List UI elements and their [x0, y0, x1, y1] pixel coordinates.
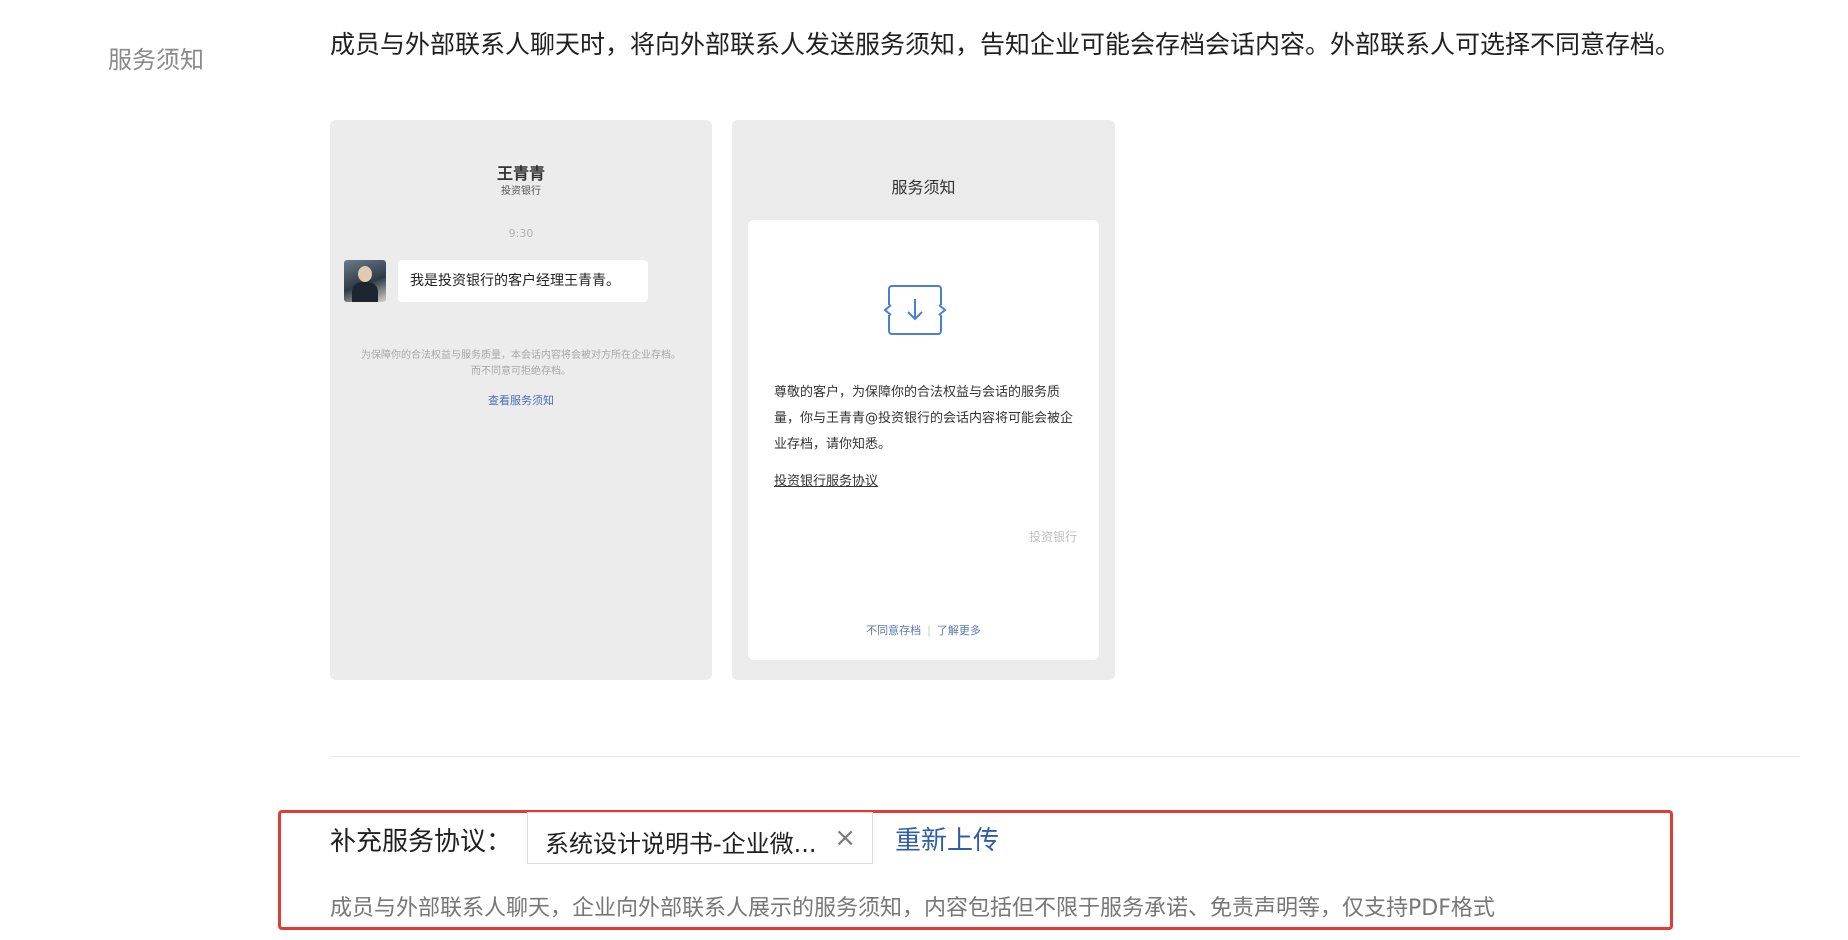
section-divider [330, 756, 1800, 757]
notice-brand: 投资银行 [1028, 530, 1077, 544]
notice-preview-title: 服务须知 [891, 178, 956, 197]
uploaded-file-name: 系统设计说明书-企业微... [545, 830, 817, 858]
reject-archive-link: 不同意存档 [866, 624, 922, 637]
avatar [344, 260, 386, 302]
learn-more-link: 了解更多 [936, 624, 981, 637]
supplement-hint: 成员与外部联系人聊天，企业向外部联系人展示的服务须知，内容包括但不限于服务承诺、… [330, 896, 1495, 921]
chat-contact-company: 投资银行 [501, 186, 541, 197]
chat-archive-notice: 为保障你的合法权益与服务质量，本会话内容将会被对方所在企业存档。而不同意可拒绝存… [361, 350, 681, 377]
chat-timestamp: 9:30 [508, 227, 534, 240]
service-notice-label: 服务须知 [108, 46, 204, 74]
download-doc-icon [883, 285, 947, 335]
notice-body-text: 尊敬的客户，为保障你的合法权益与会话的服务质量，你与王青青@投资银行的会话内容将… [774, 385, 1074, 452]
agreement-link: 投资银行服务协议 [774, 474, 879, 489]
chat-contact-name: 王青青 [496, 164, 545, 183]
close-icon[interactable]: × [834, 823, 856, 853]
notice-footer: 不同意存档 | 了解更多 [748, 622, 1099, 638]
footer-separator: | [927, 624, 931, 637]
uploaded-file-chip: 系统设计说明书-企业微... × [527, 812, 873, 864]
supplement-agreement-label: 补充服务协议： [330, 827, 513, 857]
chat-message-bubble: 我是投资银行的客户经理王青青。 [398, 260, 648, 302]
chat-preview: 王青青 投资银行 9:30 我是投资银行的客户经理王青青。 为保障你的合法权益与… [330, 120, 712, 680]
notice-preview: 服务须知 尊敬的客户，为保障你的合法权益与会话的服务质量，你与王青青@投资银行的… [732, 120, 1115, 680]
reupload-button[interactable]: 重新上传 [895, 820, 999, 857]
view-notice-link: 查看服务须知 [488, 394, 554, 407]
service-notice-description: 成员与外部联系人聊天时，将向外部联系人发送服务须知，告知企业可能会存档会话内容。… [330, 30, 1681, 59]
notice-card: 尊敬的客户，为保障你的合法权益与会话的服务质量，你与王青青@投资银行的会话内容将… [748, 220, 1099, 660]
